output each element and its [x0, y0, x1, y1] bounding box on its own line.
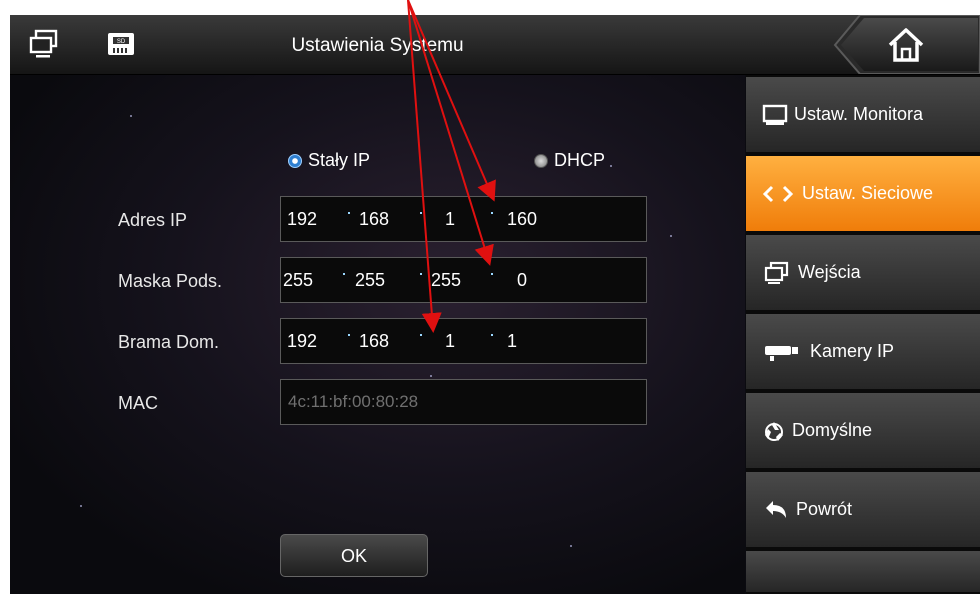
sidebar-empty-slot — [746, 551, 980, 594]
sidebar-item-label: Powrót — [796, 499, 853, 519]
back-icon — [766, 500, 786, 518]
background-star — [130, 115, 132, 117]
mac-label: MAC — [118, 393, 158, 413]
background-star — [670, 235, 672, 237]
network-settings-panel: Stały IP DHCP Adres IP 192 168 1 160 Mas… — [10, 75, 745, 594]
ip-octet-1[interactable]: 192 — [287, 209, 317, 230]
sidebar-item-monitor-settings[interactable]: Ustaw. Monitora — [746, 77, 980, 154]
ip-octet-2[interactable]: 168 — [359, 209, 389, 230]
dhcp-label: DHCP — [554, 150, 606, 170]
ip-octet-3[interactable]: 1 — [445, 209, 455, 230]
octet-separator — [491, 273, 493, 275]
sidebar-item-label: Wejścia — [798, 262, 861, 282]
settings-sidebar: Ustaw. Monitora Ustaw. Sieciowe Wejścia — [746, 75, 980, 594]
sidebar-item-label: Ustaw. Sieciowe — [802, 183, 934, 203]
device-screen: SD Ustawienia Systemu Stały IP DHCP Adre… — [10, 15, 980, 594]
subnet-mask-label: Maska Pods. — [118, 271, 223, 291]
sidebar-item-label: Ustaw. Monitora — [794, 104, 924, 124]
gateway-field[interactable]: 192 168 1 1 — [280, 318, 647, 364]
gateway-octet-3[interactable]: 1 — [445, 331, 455, 352]
octet-separator — [420, 212, 422, 214]
sidebar-item-inputs[interactable]: Wejścia — [746, 235, 980, 312]
background-star — [570, 545, 572, 547]
gateway-octet-2[interactable]: 168 — [359, 331, 389, 352]
page-title: Ustawienia Systemu — [291, 35, 464, 56]
mask-octet-1[interactable]: 255 — [283, 270, 313, 291]
octet-separator — [348, 212, 350, 214]
radio-unselected-icon — [534, 153, 548, 168]
sidebar-item-back[interactable]: Powrót — [746, 472, 980, 549]
ip-address-field[interactable]: 192 168 1 160 — [280, 196, 647, 242]
octet-separator — [348, 334, 350, 336]
recycle-icon — [765, 421, 783, 441]
monitor-icon — [762, 104, 788, 125]
mac-field: 4c:11:bf:00:80:28 — [280, 379, 647, 425]
octet-separator — [491, 334, 493, 336]
octet-separator — [491, 212, 493, 214]
sidebar-item-label: Domyślne — [792, 420, 873, 440]
static-ip-label: Stały IP — [308, 150, 371, 170]
inputs-icon — [764, 261, 789, 284]
dhcp-radio[interactable]: DHCP — [534, 150, 605, 171]
octet-separator — [420, 273, 422, 275]
ip-octet-4[interactable]: 160 — [507, 209, 537, 230]
ip-address-label: Adres IP — [118, 210, 188, 230]
mac-value: 4c:11:bf:00:80:28 — [288, 392, 419, 411]
background-star — [430, 375, 432, 377]
gateway-octet-4[interactable]: 1 — [507, 331, 517, 352]
subnet-mask-field[interactable]: 255 255 255 0 — [280, 257, 647, 303]
mask-octet-4[interactable]: 0 — [517, 270, 527, 291]
title-bar: SD Ustawienia Systemu — [10, 15, 980, 75]
sidebar-item-defaults[interactable]: Domyślne — [746, 393, 980, 470]
octet-separator — [343, 273, 345, 275]
camera-icon — [765, 345, 798, 361]
static-ip-radio[interactable]: Stały IP — [288, 150, 370, 171]
gateway-label: Brama Dom. — [118, 332, 220, 352]
home-icon[interactable] — [886, 25, 926, 65]
radio-selected-icon — [288, 153, 302, 168]
octet-separator — [420, 334, 422, 336]
sidebar-item-label: Kamery IP — [810, 341, 895, 361]
mask-octet-3[interactable]: 255 — [431, 270, 461, 291]
ok-button[interactable]: OK — [280, 534, 428, 577]
background-star — [80, 505, 82, 507]
gateway-octet-1[interactable]: 192 — [287, 331, 317, 352]
mask-octet-2[interactable]: 255 — [355, 270, 385, 291]
network-arrows-icon — [762, 185, 794, 202]
sidebar-item-ip-cameras[interactable]: Kamery IP — [746, 314, 980, 391]
sidebar-item-network-settings[interactable]: Ustaw. Sieciowe — [746, 156, 980, 233]
background-star — [610, 165, 612, 167]
